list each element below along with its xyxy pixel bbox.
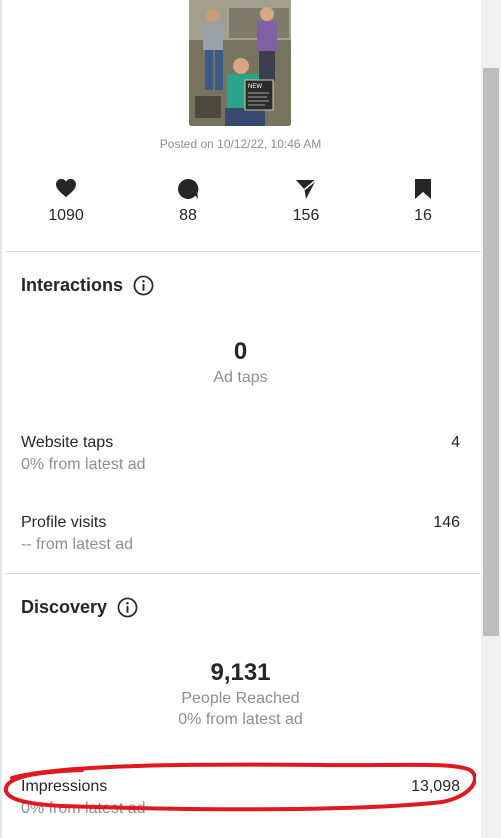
ad-taps-label: Ad taps	[213, 369, 268, 386]
likes-count: 1090	[48, 207, 84, 224]
comments-stat[interactable]: 88	[148, 178, 228, 225]
bookmark-icon	[383, 178, 463, 204]
comments-count: 88	[179, 207, 197, 224]
people-reached-summary: 9,131 People Reached 0% from latest ad	[0, 659, 481, 729]
profile-visits-change: -- from latest ad	[21, 536, 134, 553]
scrollbar-thumb[interactable]	[483, 68, 499, 636]
profile-visits-value: 146	[433, 514, 460, 531]
saves-stat[interactable]: 16	[383, 178, 463, 225]
profile-visits-row: Profile visits 146 -- from latest ad	[21, 514, 460, 554]
people-reached-change: 0% from latest ad	[178, 711, 303, 728]
ad-taps-summary: 0 Ad taps	[0, 338, 481, 387]
engagement-stats: 1090 88 156 16	[0, 178, 481, 228]
saves-count: 16	[414, 207, 432, 224]
discovery-heading: Discovery	[21, 597, 138, 618]
people-reached-value: 9,131	[210, 659, 271, 686]
posted-timestamp: Posted on 10/12/22, 10:46 AM	[159, 137, 322, 151]
website-taps-row: Website taps 4 0% from latest ad	[21, 434, 460, 474]
info-icon[interactable]	[133, 275, 154, 296]
shares-stat[interactable]: 156	[266, 178, 346, 225]
info-icon[interactable]	[117, 597, 138, 618]
interactions-heading: Interactions	[21, 275, 154, 296]
website-taps-label: Website taps	[21, 434, 114, 451]
website-taps-change: 0% from latest ad	[21, 456, 146, 473]
divider	[6, 251, 481, 252]
heart-icon	[26, 178, 106, 204]
post-photo: NEW	[189, 0, 291, 126]
discovery-title: Discovery	[21, 597, 108, 617]
send-icon	[266, 178, 346, 204]
comment-icon	[148, 178, 228, 204]
website-taps-value: 4	[451, 434, 460, 451]
red-highlight-annotation	[3, 762, 476, 812]
interactions-title: Interactions	[21, 275, 124, 295]
post-thumbnail[interactable]: NEW	[189, 0, 291, 126]
insights-panel: NEW Posted on 10/12/22, 10:46 AM 1090 88	[0, 0, 481, 838]
divider	[6, 573, 481, 574]
ad-taps-value: 0	[233, 338, 248, 365]
people-reached-label: People Reached	[181, 690, 300, 707]
likes-stat[interactable]: 1090	[26, 178, 106, 225]
profile-visits-label: Profile visits	[21, 514, 107, 531]
shares-count: 156	[292, 207, 320, 224]
board-text: NEW	[248, 84, 262, 90]
